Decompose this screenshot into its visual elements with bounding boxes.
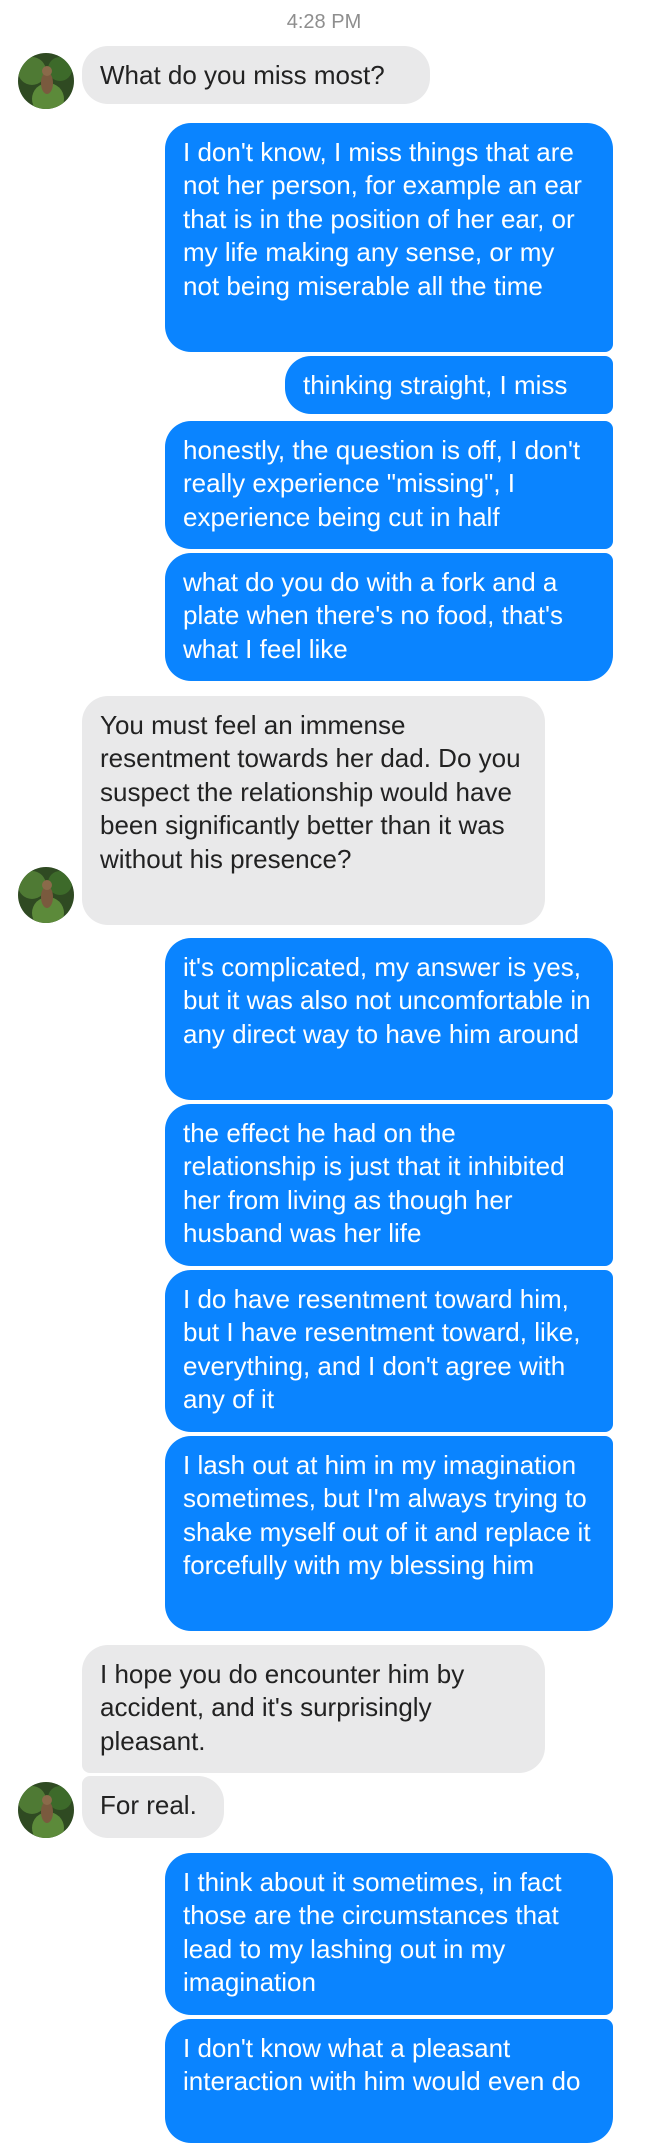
message-bubble-incoming[interactable]: For real. <box>82 1776 224 1838</box>
message-bubble-incoming[interactable]: You must feel an immense resentment towa… <box>82 696 545 925</box>
message-bubble-outgoing[interactable]: the effect he had on the relationship is… <box>165 1104 613 1266</box>
message-bubble-outgoing[interactable]: it's complicated, my answer is yes, but … <box>165 938 613 1100</box>
message-bubble-outgoing[interactable]: I think about it sometimes, in fact thos… <box>165 1853 613 2015</box>
message-bubble-incoming[interactable]: What do you miss most? <box>82 46 430 105</box>
message-bubble-outgoing[interactable]: I don't know what a pleasant interaction… <box>165 2019 613 2143</box>
message-bubble-outgoing[interactable]: I don't know, I miss things that are not… <box>165 123 613 352</box>
contact-avatar-icon[interactable] <box>18 53 74 109</box>
message-bubble-incoming[interactable]: I hope you do encounter him by accident,… <box>82 1645 545 1773</box>
message-bubble-outgoing[interactable]: what do you do with a fork and a plate w… <box>165 553 613 681</box>
message-bubble-outgoing[interactable]: honestly, the question is off, I don't r… <box>165 421 613 549</box>
contact-avatar-icon[interactable] <box>18 867 74 923</box>
message-timestamp: 4:28 PM <box>286 11 362 33</box>
message-bubble-outgoing[interactable]: I do have resentment toward him, but I h… <box>165 1270 613 1432</box>
message-bubble-outgoing[interactable]: I lash out at him in my imagination some… <box>165 1436 613 1631</box>
message-bubble-outgoing[interactable]: thinking straight, I miss <box>285 356 613 415</box>
contact-avatar-icon[interactable] <box>18 1782 74 1838</box>
